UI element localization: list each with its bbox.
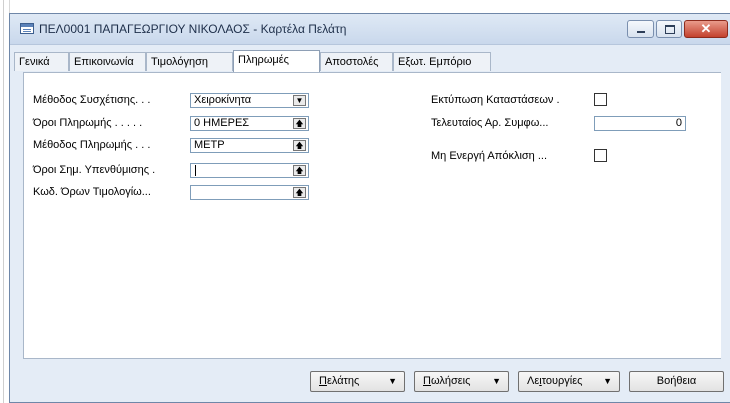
block-tolerance-checkbox[interactable]	[594, 149, 607, 162]
chevron-down-icon[interactable]: ▼	[293, 95, 306, 106]
fin-charge-terms-label: Κωδ. Όρων Τιμολογίω...	[33, 186, 151, 198]
application-method-value: Χειροκίνητα	[194, 94, 252, 106]
print-statements-label: Εκτύπωση Καταστάσεων .	[431, 94, 560, 106]
text-cursor	[195, 165, 196, 176]
reminder-terms-label: Όροι Σημ. Υπενθύμισης .	[33, 164, 156, 176]
help-button[interactable]: Βοήθεια	[629, 371, 724, 392]
triangle-down-icon: ▼	[492, 376, 501, 386]
block-tolerance-label: Μη Ενεργή Απόκλιση ...	[431, 150, 548, 162]
tab-communication[interactable]: Επικοινωνία	[69, 52, 146, 71]
payment-method-label: Μέθοδος Πληρωμής . . .	[33, 139, 151, 151]
application-method-field[interactable]: Χειροκίνητα ▼	[190, 93, 309, 108]
sales-button-label: Πωλήσεις	[423, 375, 471, 387]
arrow-up-icon[interactable]: 🡅	[293, 187, 306, 198]
print-statements-checkbox[interactable]	[594, 93, 607, 106]
tab-shipping[interactable]: Αποστολές	[320, 52, 393, 71]
fin-charge-terms-field[interactable]: 🡅	[190, 185, 309, 200]
triangle-down-icon: ▼	[603, 376, 612, 386]
payment-method-value: ΜΕΤΡ	[194, 139, 225, 151]
arrow-up-icon[interactable]: 🡅	[293, 140, 306, 151]
payment-method-field[interactable]: ΜΕΤΡ 🡅	[190, 138, 309, 153]
tab-payments[interactable]: Πληρωμές	[233, 50, 320, 72]
arrow-up-icon[interactable]: 🡅	[293, 118, 306, 129]
application-method-label: Μέθοδος Συσχέτισης. . .	[33, 94, 151, 106]
customer-button-label: Πελάτης	[319, 375, 360, 387]
arrow-up-icon[interactable]: 🡅	[293, 165, 306, 176]
close-icon: ✕	[700, 21, 712, 36]
last-agreement-label: Τελευταίος Αρ. Συμφω...	[431, 117, 549, 129]
tab-foreign-trade[interactable]: Εξωτ. Εμπόριο	[393, 52, 491, 71]
tab-general[interactable]: Γενικά	[14, 52, 69, 71]
maximize-button[interactable]	[656, 20, 682, 38]
payment-terms-field[interactable]: 0 ΗΜΕΡΕΣ 🡅	[190, 116, 309, 131]
title-bar: ΠΕΛ0001 ΠΑΠΑΓΕΩΡΓΙΟΥ ΝΙΚΟΛΑΟΣ - Καρτέλα …	[10, 14, 730, 45]
sales-menu-button[interactable]: Πωλήσεις ▼	[414, 371, 509, 392]
last-agreement-field[interactable]: 0	[594, 116, 686, 131]
reminder-terms-field[interactable]: 🡅	[190, 163, 309, 178]
minimize-button[interactable]	[627, 20, 654, 38]
close-button[interactable]: ✕	[684, 20, 728, 38]
window-title: ΠΕΛ0001 ΠΑΠΑΓΕΩΡΓΙΟΥ ΝΙΚΟΛΑΟΣ - Καρτέλα …	[39, 22, 347, 36]
help-button-label: Βοήθεια	[656, 375, 697, 387]
customer-menu-button[interactable]: Πελάτης ▼	[310, 371, 405, 392]
last-agreement-value: 0	[675, 117, 682, 129]
tab-invoicing[interactable]: Τιμολόγηση	[146, 52, 233, 71]
functions-menu-button[interactable]: Λειτουργίες ▼	[518, 371, 620, 392]
payment-terms-label: Όροι Πληρωμής . . . . .	[33, 117, 143, 129]
triangle-down-icon: ▼	[388, 376, 397, 386]
functions-button-label: Λειτουργίες	[527, 375, 583, 387]
payment-terms-value: 0 ΗΜΕΡΕΣ	[194, 117, 250, 129]
form-icon	[20, 23, 34, 34]
